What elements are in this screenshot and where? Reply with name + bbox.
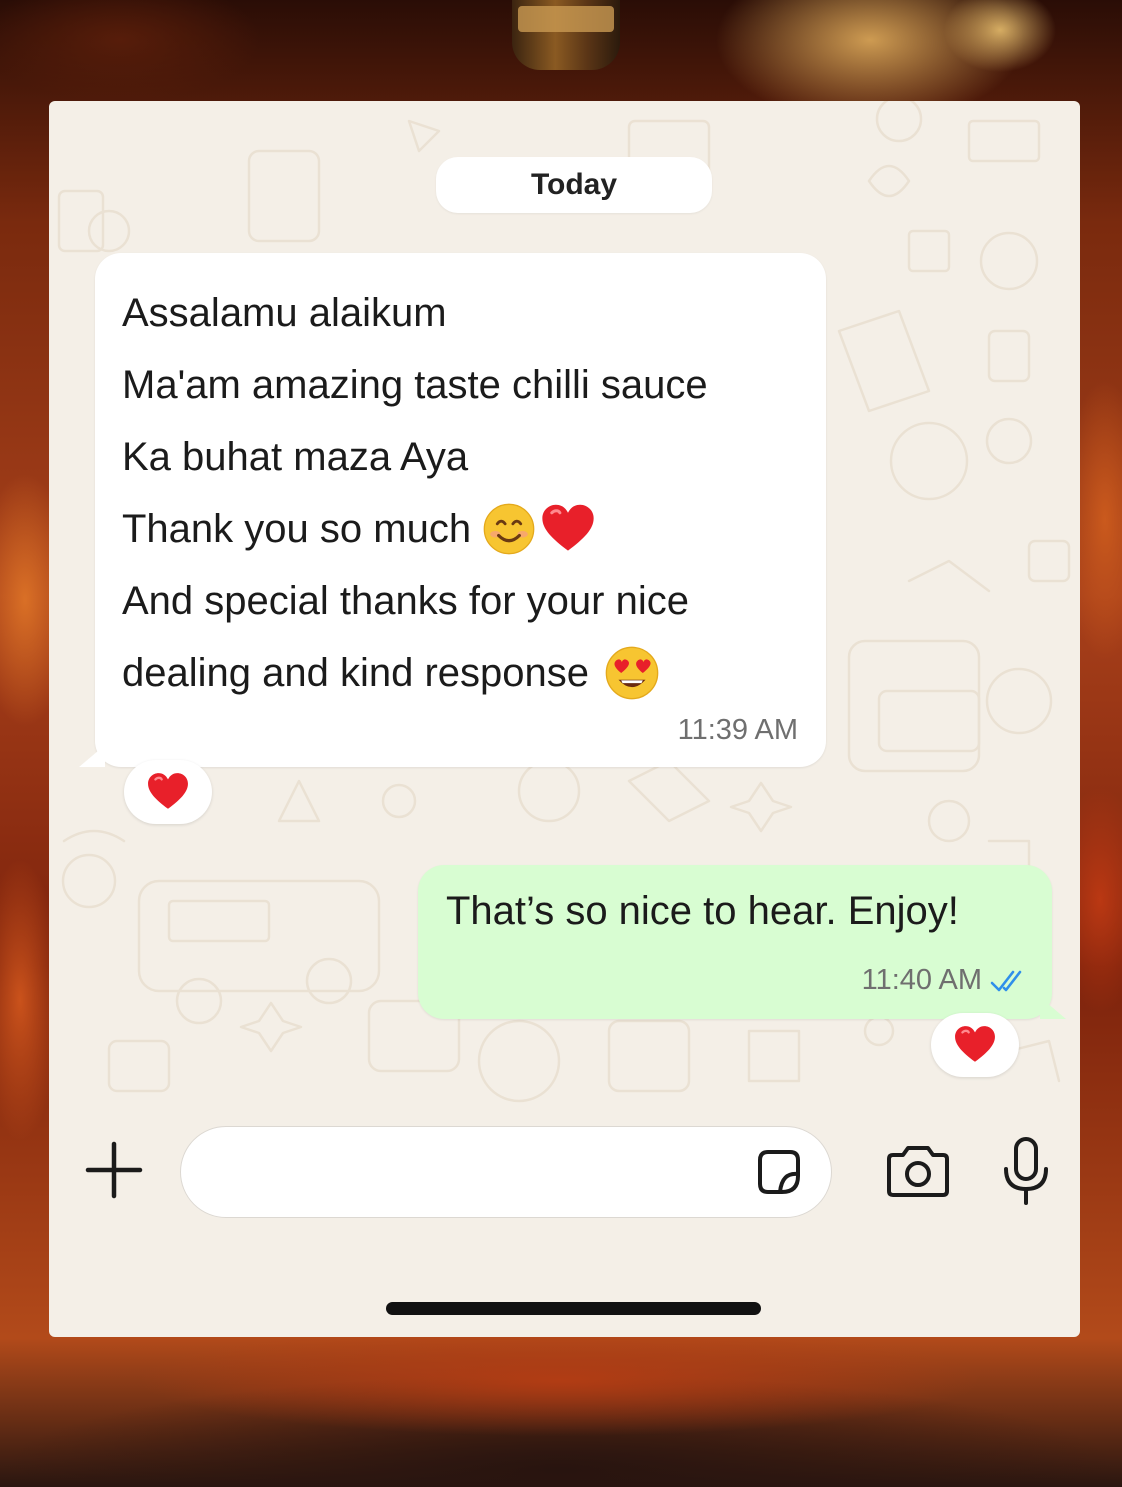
message-reaction[interactable] [931, 1013, 1019, 1077]
microphone-icon [1004, 1137, 1048, 1205]
chat-window: Today Assalamu alaikum Ma'am amazing tas… [49, 101, 1080, 1337]
incoming-message-text: Assalamu alaikum Ma'am amazing taste chi… [122, 277, 806, 709]
message-input-field[interactable] [180, 1126, 832, 1218]
bubble-tail [1040, 997, 1066, 1019]
plus-icon [85, 1141, 143, 1199]
voice-message-button[interactable] [996, 1133, 1056, 1209]
sticker-button[interactable] [751, 1145, 807, 1201]
read-double-check-icon [990, 970, 1022, 991]
camera-button[interactable] [879, 1139, 957, 1203]
camera-icon [887, 1146, 949, 1197]
red-heart-icon [147, 773, 189, 811]
message-line: Assalamu alaikum [122, 291, 447, 335]
red-heart-icon [954, 1026, 996, 1064]
red-heart-icon [541, 504, 595, 554]
message-line: And special thanks for your nice [122, 579, 689, 623]
message-line: Thank you so much [122, 493, 806, 565]
date-separator: Today [436, 157, 712, 213]
outgoing-message-text: That’s so nice to hear. Enjoy! [446, 889, 959, 933]
message-input[interactable] [215, 1147, 739, 1199]
incoming-message-bubble[interactable]: Assalamu alaikum Ma'am amazing taste chi… [79, 253, 826, 767]
smiling-face-icon [483, 503, 535, 555]
message-line: dealing and kind response [122, 637, 806, 709]
message-meta: 11:40 AM [862, 964, 1028, 997]
message-line: Ka buhat maza Aya [122, 435, 469, 479]
home-indicator[interactable] [386, 1302, 761, 1315]
bubble-tail [79, 745, 105, 767]
message-timestamp: 11:40 AM [861, 964, 982, 996]
message-composer [49, 1121, 1080, 1221]
heart-eyes-face-icon [605, 646, 659, 700]
sauce-bottle-image [512, 0, 620, 70]
message-line: Ma'am amazing taste chilli sauce [122, 363, 708, 407]
sticker-icon [758, 1150, 800, 1194]
outgoing-message-bubble[interactable]: That’s so nice to hear. Enjoy! 11:40 AM [418, 865, 1066, 1019]
message-reaction[interactable] [124, 760, 212, 824]
attach-button[interactable] [79, 1135, 149, 1205]
message-timestamp: 11:39 AM [677, 714, 798, 746]
